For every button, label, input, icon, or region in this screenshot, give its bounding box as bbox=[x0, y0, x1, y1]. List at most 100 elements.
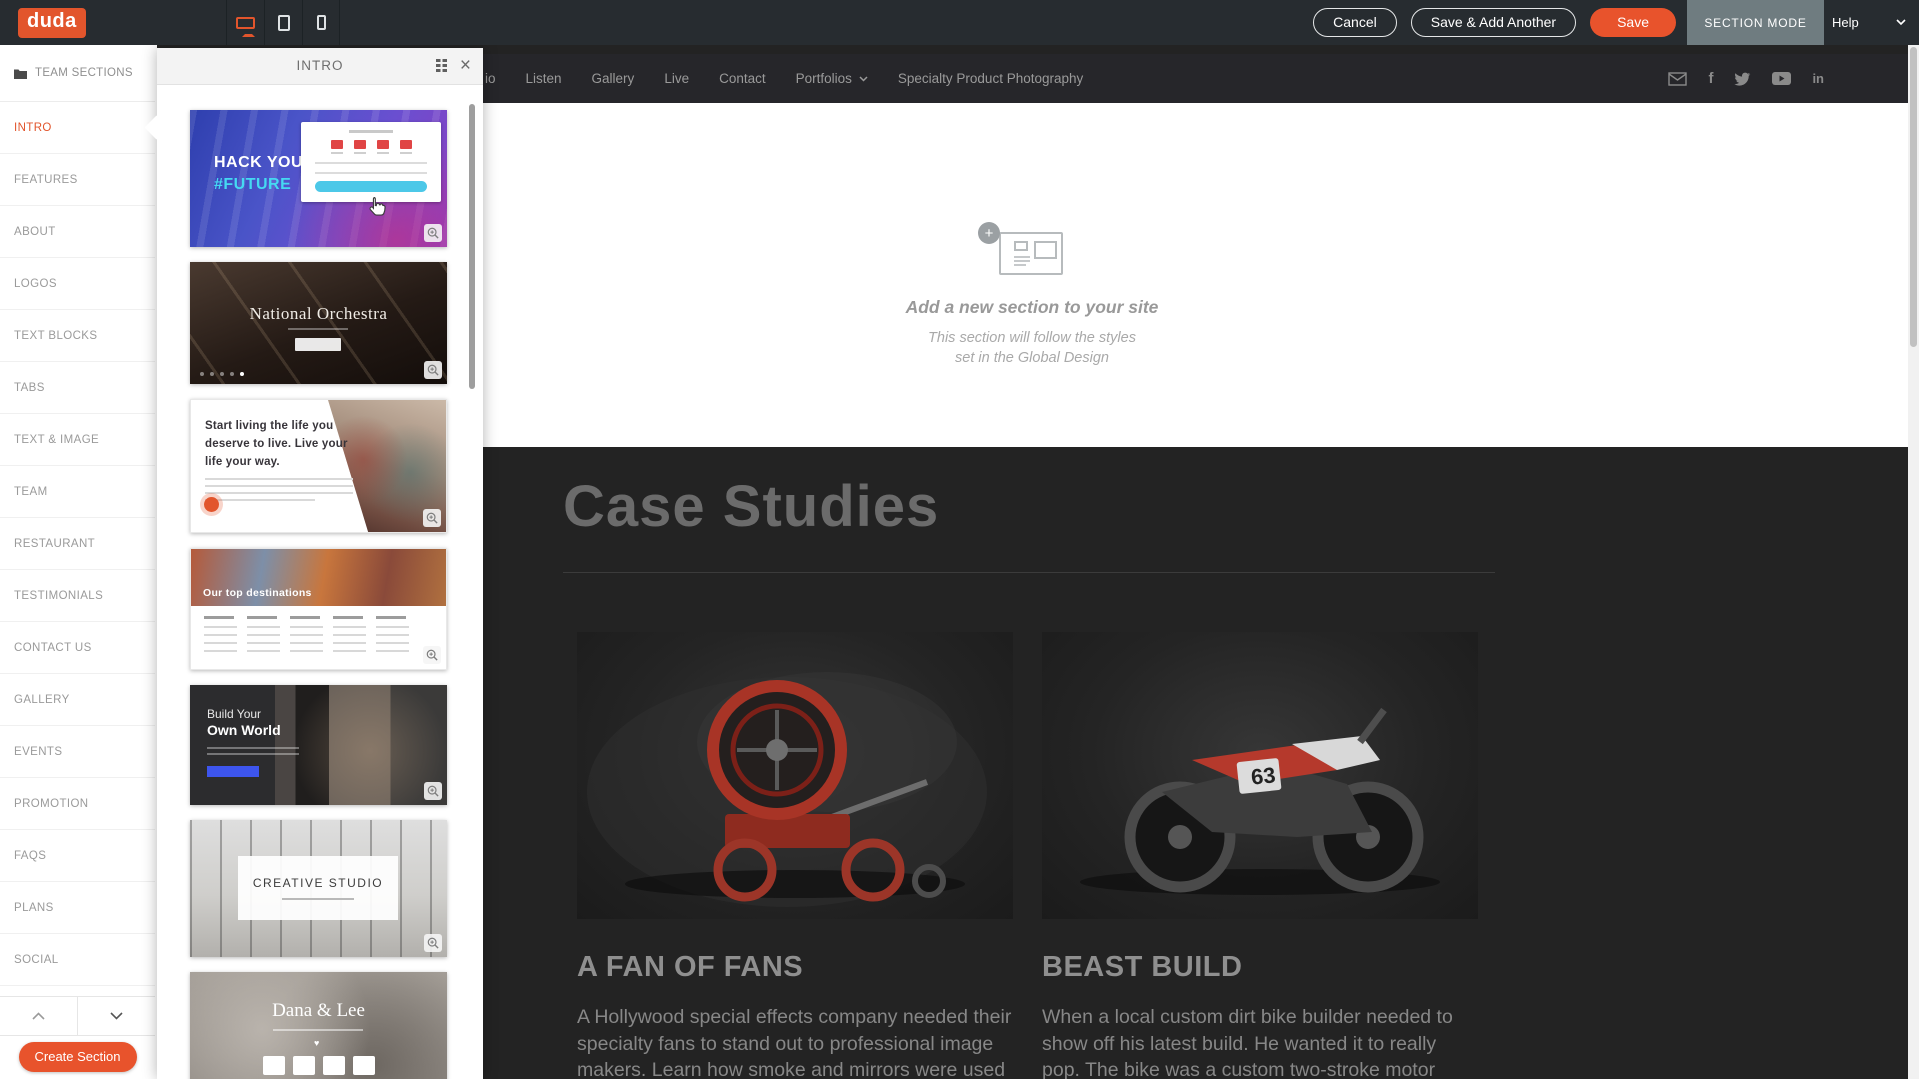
help-label: Help bbox=[1832, 15, 1859, 30]
save-add-another-button[interactable]: Save & Add Another bbox=[1411, 8, 1576, 37]
editor-topbar: duda Cancel Save & Add Another Save SECT… bbox=[0, 0, 1919, 45]
add-section-plus-icon[interactable]: + bbox=[978, 222, 1000, 244]
help-menu[interactable]: Help bbox=[1832, 0, 1912, 45]
zoom-preview-icon[interactable] bbox=[424, 782, 442, 800]
close-icon[interactable]: × bbox=[460, 57, 471, 74]
sidebar-item-text-image[interactable]: TEXT & IMAGE bbox=[0, 414, 155, 466]
sidebar-item-text-blocks[interactable]: TEXT BLOCKS bbox=[0, 310, 155, 362]
placeholder-media-block bbox=[1034, 241, 1057, 259]
cancel-button[interactable]: Cancel bbox=[1313, 8, 1397, 37]
linkedin-icon[interactable]: in bbox=[1812, 71, 1824, 86]
case-study-card-bike: 63 BEAST BUILD When a local custom dirt … bbox=[1042, 632, 1478, 1079]
sidebar-item-testimonials[interactable]: TESTIMONIALS bbox=[0, 570, 155, 622]
thumb-heading: HACK YOUR bbox=[214, 154, 315, 172]
zoom-preview-icon[interactable] bbox=[423, 509, 441, 527]
sidebar-item-about[interactable]: ABOUT bbox=[0, 206, 155, 258]
zoom-preview-icon[interactable] bbox=[423, 646, 441, 664]
template-thumbnail-dana-and-lee[interactable]: Dana & Lee ♥ bbox=[190, 972, 447, 1079]
thumb-button-placeholder bbox=[207, 766, 259, 777]
panel-scrollbar[interactable] bbox=[469, 104, 475, 389]
desktop-device-button[interactable] bbox=[226, 0, 264, 45]
folder-icon bbox=[14, 68, 27, 79]
mobile-device-button[interactable] bbox=[302, 0, 340, 45]
site-nav-item-portfolios[interactable]: Portfolios bbox=[796, 71, 868, 86]
sidebar-header: TEAM SECTIONS bbox=[0, 45, 155, 102]
twitter-icon[interactable] bbox=[1734, 72, 1751, 86]
template-thumbnail-national-orchestra[interactable]: National Orchestra bbox=[190, 262, 447, 384]
page-scrollbar[interactable] bbox=[1908, 45, 1919, 1079]
zoom-preview-icon[interactable] bbox=[424, 361, 442, 379]
case-study-body: A Hollywood special effects company need… bbox=[577, 1004, 1013, 1079]
chevron-up-icon bbox=[32, 1012, 45, 1020]
placeholder-image-block bbox=[1014, 241, 1028, 251]
email-icon[interactable] bbox=[1668, 72, 1687, 86]
placeholder-line bbox=[1014, 260, 1030, 262]
hand-cursor-icon bbox=[368, 196, 386, 223]
page-scrollbar-thumb[interactable] bbox=[1910, 47, 1917, 347]
panel-header: INTRO × bbox=[157, 48, 483, 85]
destinations-table-placeholder bbox=[191, 606, 446, 658]
thumb-photo: Our top destinations bbox=[191, 549, 446, 606]
template-thumbnail-top-destinations[interactable]: Our top destinations bbox=[190, 548, 447, 670]
site-nav-item-gallery[interactable]: Gallery bbox=[592, 71, 635, 86]
case-study-body: When a local custom dirt bike builder ne… bbox=[1042, 1004, 1478, 1079]
sidebar-item-restaurant[interactable]: RESTAURANT bbox=[0, 518, 155, 570]
grid-view-icon[interactable] bbox=[434, 59, 449, 72]
dropzone-title: Add a new section to your site bbox=[902, 297, 1162, 318]
template-thumbnail-creative-studio[interactable]: CREATIVE STUDIO bbox=[190, 820, 447, 957]
site-nav-item-contact[interactable]: Contact bbox=[719, 71, 766, 86]
template-thumbnail-hack-your-future[interactable]: HACK YOUR #FUTURE bbox=[190, 110, 447, 247]
duda-logo[interactable]: duda bbox=[18, 8, 86, 38]
chevron-down-icon bbox=[859, 76, 868, 82]
device-preview-switcher bbox=[226, 0, 340, 45]
create-section-button[interactable]: Create Section bbox=[19, 1042, 137, 1072]
sidebar-item-contact-us[interactable]: CONTACT US bbox=[0, 622, 155, 674]
sidebar-item-plans[interactable]: PLANS bbox=[0, 882, 155, 934]
save-button[interactable]: Save bbox=[1590, 8, 1676, 37]
sidebar-item-features[interactable]: FEATURES bbox=[0, 154, 155, 206]
zoom-preview-icon[interactable] bbox=[424, 934, 442, 952]
placeholder-line bbox=[1014, 264, 1026, 266]
site-nav-item-specialty[interactable]: Specialty Product Photography bbox=[898, 71, 1083, 86]
dropzone-subtitle-line2: set in the Global Design bbox=[902, 350, 1162, 366]
thumb-heading: CREATIVE STUDIO bbox=[238, 876, 398, 890]
facebook-icon[interactable]: f bbox=[1708, 70, 1713, 87]
chevron-down-icon bbox=[110, 1012, 123, 1020]
thumb-heading: Build Your bbox=[207, 707, 261, 721]
mobile-icon bbox=[317, 15, 326, 30]
sidebar-item-team[interactable]: TEAM bbox=[0, 466, 155, 518]
case-study-title: BEAST BUILD bbox=[1042, 951, 1478, 984]
dirt-bike-photo: 63 bbox=[1042, 632, 1478, 919]
sidebar-item-events[interactable]: EVENTS bbox=[0, 726, 155, 778]
sidebar-item-intro[interactable]: INTRO bbox=[0, 102, 155, 154]
fan-machine-photo bbox=[577, 632, 1013, 919]
sidebar-item-promotion[interactable]: PROMOTION bbox=[0, 778, 155, 830]
template-thumbnail-build-your-own-world[interactable]: Build Your Own World bbox=[190, 685, 447, 805]
placeholder-text-lines bbox=[205, 478, 345, 506]
thumb-heading: Our top destinations bbox=[203, 587, 312, 599]
intro-templates-panel: INTRO × HACK YOUR #FUTURE bbox=[157, 48, 483, 1079]
zoom-preview-icon[interactable] bbox=[424, 224, 442, 242]
chevron-down-icon bbox=[1896, 19, 1906, 26]
tablet-device-button[interactable] bbox=[264, 0, 302, 45]
section-placeholder-icon[interactable] bbox=[999, 232, 1063, 275]
section-heading: Case Studies bbox=[563, 473, 939, 540]
play-button-placeholder bbox=[204, 497, 219, 512]
placeholder-text-lines bbox=[207, 747, 299, 759]
sidebar-item-tabs[interactable]: TABS bbox=[0, 362, 155, 414]
countdown-squares bbox=[190, 1056, 447, 1075]
countdown-form-card bbox=[301, 122, 441, 202]
thumb-overlay-card: CREATIVE STUDIO bbox=[238, 856, 398, 920]
youtube-icon[interactable] bbox=[1772, 72, 1791, 85]
sidebar-item-social[interactable]: SOCIAL bbox=[0, 934, 155, 986]
scroll-down-button[interactable] bbox=[78, 997, 155, 1035]
sidebar-item-gallery[interactable]: GALLERY bbox=[0, 674, 155, 726]
thumb-heading-bold: Own World bbox=[207, 722, 281, 738]
site-nav-item-live[interactable]: Live bbox=[664, 71, 689, 86]
site-nav-item-listen[interactable]: Listen bbox=[526, 71, 562, 86]
template-thumbnail-start-living[interactable]: Start living the life you deserve to liv… bbox=[190, 399, 447, 533]
sidebar-item-faqs[interactable]: FAQS bbox=[0, 830, 155, 882]
sidebar-item-logos[interactable]: LOGOS bbox=[0, 258, 155, 310]
scroll-up-button[interactable] bbox=[0, 997, 78, 1035]
site-nav-item-truncated[interactable]: io bbox=[485, 71, 496, 86]
